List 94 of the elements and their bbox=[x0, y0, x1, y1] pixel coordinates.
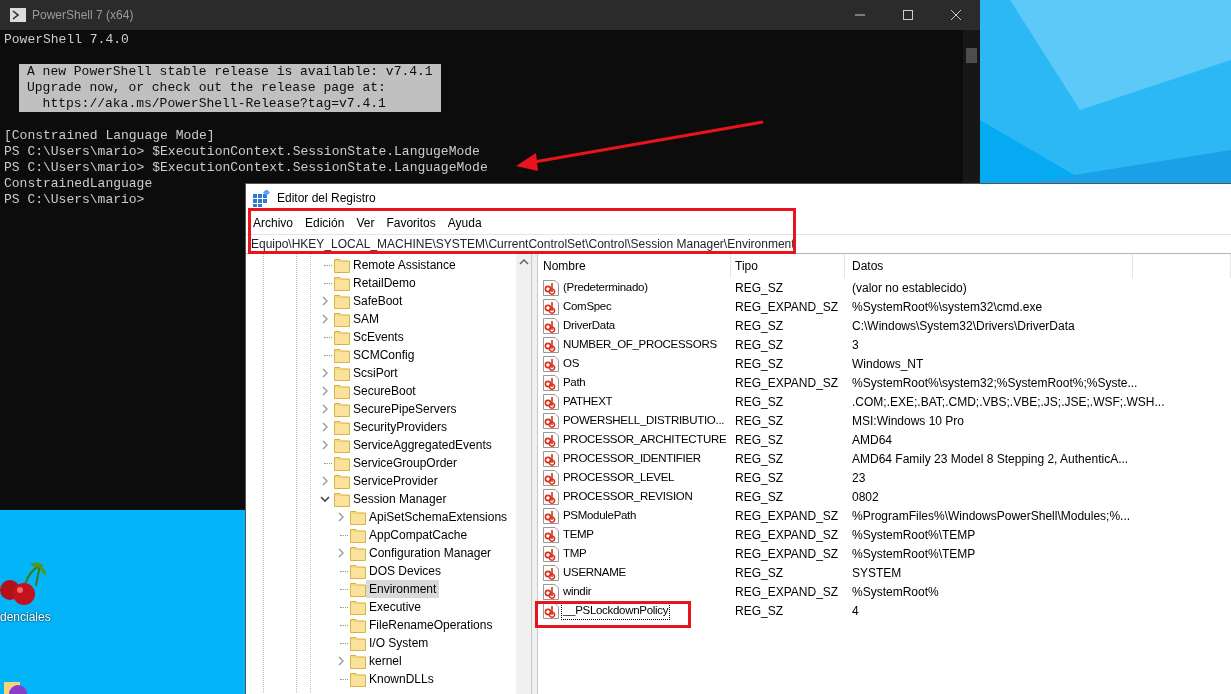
tree-item[interactable]: Configuration Manager bbox=[366, 544, 495, 562]
window-title: PowerShell 7 (x64) bbox=[32, 7, 134, 24]
terminal-line: PS C:\Users\mario> $ExecutionContext.SessionState.LanguageMode bbox=[4, 160, 488, 176]
value-data: %SystemRoot%\TEMP bbox=[851, 545, 977, 563]
value-type: REG_SZ bbox=[734, 279, 784, 297]
notice-line: https://aka.ms/PowerShell-Release?tag=v7.4.1 bbox=[41, 96, 387, 112]
value-data: Windows_NT bbox=[851, 355, 925, 373]
value-type: REG_SZ bbox=[734, 564, 784, 582]
tree-item[interactable]: ScsiPort bbox=[350, 364, 401, 382]
value-type: REG_EXPAND_SZ bbox=[734, 298, 840, 316]
terminal-line: PowerShell 7.4.0 bbox=[4, 32, 129, 48]
value-data: %SystemRoot%\system32\cmd.exe bbox=[851, 298, 1044, 316]
tree-item[interactable]: AppCompatCache bbox=[366, 526, 471, 544]
value-type: REG_EXPAND_SZ bbox=[734, 507, 840, 525]
value-data: %ProgramFiles%\WindowsPowerShell\Modules;%... bbox=[851, 507, 1132, 525]
menu-item[interactable]: Ayuda bbox=[443, 214, 490, 232]
value-name[interactable]: ComSpec bbox=[561, 296, 614, 317]
value-name[interactable]: DriverData bbox=[561, 315, 617, 336]
tree-item[interactable]: SecurePipeServers bbox=[350, 400, 460, 418]
value-type: REG_EXPAND_SZ bbox=[734, 526, 840, 544]
value-data: 23 bbox=[851, 469, 867, 487]
tree-item[interactable]: ServiceGroupOrder bbox=[350, 454, 461, 472]
tree-item[interactable]: ScEvents bbox=[350, 328, 407, 346]
tree-item[interactable]: SecureBoot bbox=[350, 382, 419, 400]
value-name[interactable]: PROCESSOR_REVISION bbox=[561, 486, 695, 507]
value-data: %SystemRoot%\system32;%SystemRoot%;%Syste... bbox=[851, 374, 1138, 392]
value-name[interactable]: PROCESSOR_ARCHITECTURE bbox=[561, 429, 729, 450]
value-data: 3 bbox=[851, 336, 860, 354]
tree-item[interactable]: RetailDemo bbox=[350, 274, 419, 292]
window-title: Editor del Registro bbox=[277, 190, 376, 207]
value-name[interactable]: USERNAME bbox=[561, 562, 628, 583]
tree-item[interactable]: FileRenameOperations bbox=[366, 616, 496, 634]
value-data: C:\Windows\System32\Drivers\DriverData bbox=[851, 317, 1076, 335]
value-data: 0802 bbox=[851, 488, 880, 506]
value-data: AMD64 Family 23 Model 8 Stepping 2, AuthenticA... bbox=[851, 450, 1130, 468]
value-data: MSI:Windows 10 Pro bbox=[851, 412, 966, 430]
value-name[interactable]: windir bbox=[561, 581, 594, 602]
value-type: REG_EXPAND_SZ bbox=[734, 545, 840, 563]
value-name[interactable]: PATHEXT bbox=[561, 391, 615, 412]
tree-item[interactable]: KnownDLLs bbox=[366, 670, 437, 688]
value-data: (valor no establecido) bbox=[851, 279, 968, 297]
value-type: REG_SZ bbox=[734, 450, 784, 468]
value-name[interactable]: TEMP bbox=[561, 524, 596, 545]
value-type: REG_SZ bbox=[734, 602, 784, 620]
tree-item[interactable]: Executive bbox=[366, 598, 425, 616]
terminal-line: PS C:\Users\mario> bbox=[4, 192, 145, 208]
value-type: REG_EXPAND_SZ bbox=[734, 374, 840, 392]
value-name[interactable]: Path bbox=[561, 372, 588, 393]
tree-item[interactable]: ServiceAggregatedEvents bbox=[350, 436, 495, 454]
value-name[interactable]: OS bbox=[561, 353, 581, 374]
value-name[interactable]: TMP bbox=[561, 543, 589, 564]
value-data: .COM;.EXE;.BAT;.CMD;.VBS;.VBE;.JS;.JSE;.WSF;.WSH... bbox=[851, 393, 1165, 411]
terminal-line: PS C:\Users\mario> $ExecutionContext.SessionState.LangugeMode bbox=[4, 144, 480, 160]
menu-item[interactable]: Edición bbox=[301, 214, 353, 232]
value-type: REG_SZ bbox=[734, 488, 784, 506]
value-name[interactable]: POWERSHELL_DISTRIBUTIO... bbox=[561, 410, 727, 431]
tree-item[interactable]: Environment bbox=[366, 580, 440, 598]
menu-item[interactable]: Favoritos bbox=[382, 214, 444, 232]
tree-item[interactable]: Session Manager bbox=[350, 490, 450, 508]
value-name[interactable]: PROCESSOR_IDENTIFIER bbox=[561, 448, 703, 469]
value-name[interactable]: PSModulePath bbox=[561, 505, 639, 526]
value-data: %SystemRoot% bbox=[851, 583, 940, 601]
terminal-line: ConstrainedLanguage bbox=[4, 176, 153, 192]
tree-item[interactable]: ApiSetSchemaExtensions bbox=[366, 508, 511, 526]
notice-line: Upgrade now, or check out the release page at: bbox=[27, 80, 387, 96]
value-type: REG_SZ bbox=[734, 393, 784, 411]
tree-item[interactable]: SCMConfig bbox=[350, 346, 418, 364]
value-data: SYSTEM bbox=[851, 564, 903, 582]
tree-item[interactable]: Remote Assistance bbox=[350, 256, 459, 274]
value-type: REG_EXPAND_SZ bbox=[734, 583, 840, 601]
value-type: REG_SZ bbox=[734, 412, 784, 430]
value-name[interactable]: PROCESSOR_LEVEL bbox=[561, 467, 677, 488]
tree-item[interactable]: ServiceProvider bbox=[350, 472, 441, 490]
menu-item[interactable]: Ver bbox=[352, 214, 383, 232]
tree-item[interactable]: DOS Devices bbox=[366, 562, 445, 580]
value-type: REG_SZ bbox=[734, 336, 784, 354]
tree-item[interactable]: SafeBoot bbox=[350, 292, 406, 310]
value-data: AMD64 bbox=[851, 431, 893, 449]
value-name[interactable]: NUMBER_OF_PROCESSORS bbox=[561, 334, 719, 355]
notice-line: A new PowerShell stable release is available: v7.4.1 bbox=[27, 64, 433, 80]
column-header[interactable]: Datos bbox=[845, 254, 1133, 278]
value-data: 4 bbox=[851, 602, 860, 620]
terminal-line: [Constrained Language Mode] bbox=[4, 128, 215, 144]
menu-item[interactable]: Archivo bbox=[249, 214, 301, 232]
tree-item[interactable]: kernel bbox=[366, 652, 405, 670]
tree-item[interactable]: I/O System bbox=[366, 634, 432, 652]
tree-item[interactable]: SecurityProviders bbox=[350, 418, 451, 436]
value-type: REG_SZ bbox=[734, 355, 784, 373]
value-data: %SystemRoot%\TEMP bbox=[851, 526, 977, 544]
value-type: REG_SZ bbox=[734, 431, 784, 449]
value-name[interactable]: (Predeterminado) bbox=[561, 277, 650, 298]
tree-item[interactable]: SAM bbox=[350, 310, 382, 328]
value-type: REG_SZ bbox=[734, 317, 784, 335]
value-type: REG_SZ bbox=[734, 469, 784, 487]
